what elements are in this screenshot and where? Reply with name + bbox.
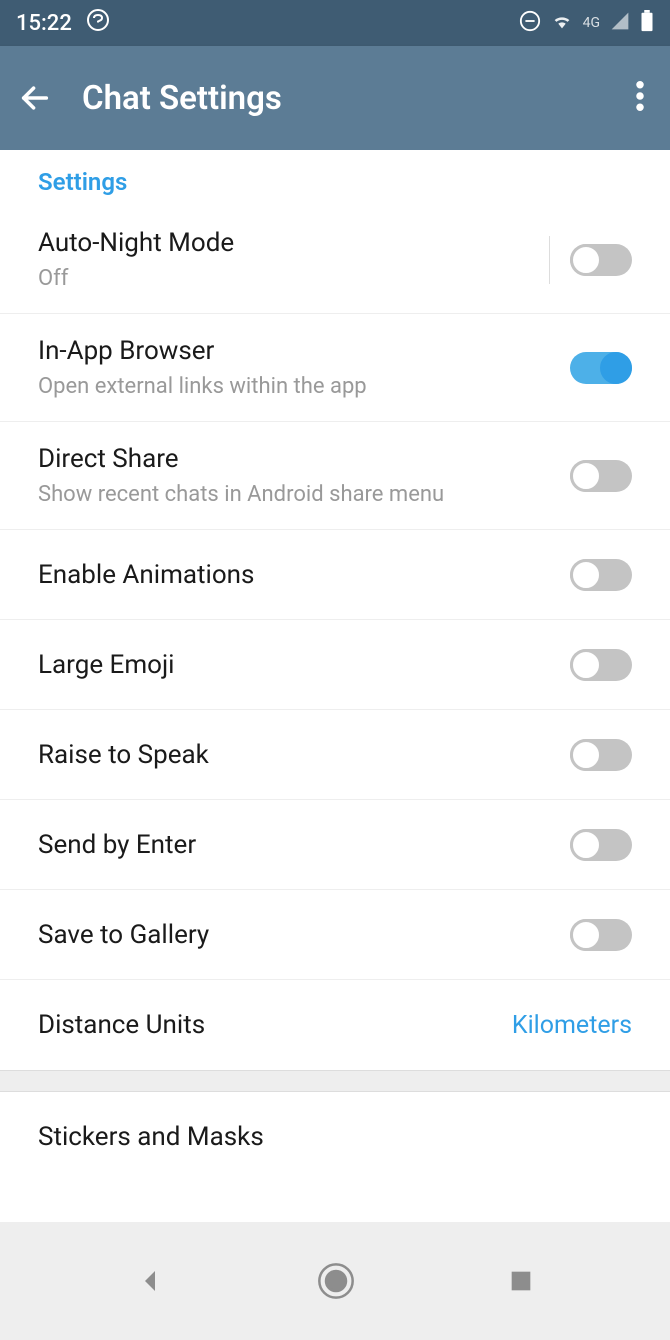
divider [549, 236, 550, 284]
page-title: Chat Settings [82, 79, 628, 118]
app-bar: Chat Settings [0, 46, 670, 150]
signal-icon [610, 11, 630, 35]
setting-save-to-gallery[interactable]: Save to Gallery [0, 890, 670, 980]
wifi-icon [551, 10, 573, 36]
toggle-raise-to-speak[interactable] [570, 739, 632, 771]
nav-recent-button[interactable] [507, 1267, 535, 1295]
setting-title: Save to Gallery [38, 920, 570, 950]
setting-title: Direct Share [38, 444, 570, 474]
status-time: 15:22 [16, 11, 72, 36]
setting-stickers-masks[interactable]: Stickers and Masks [0, 1092, 670, 1182]
navigation-bar [0, 1222, 670, 1340]
toggle-large-emoji[interactable] [570, 649, 632, 681]
setting-large-emoji[interactable]: Large Emoji [0, 620, 670, 710]
setting-value: Kilometers [512, 1011, 632, 1040]
setting-subtitle: Open external links within the app [38, 374, 570, 399]
whatsapp-icon [86, 8, 110, 38]
status-bar: 15:22 4G [0, 0, 670, 46]
setting-title: Large Emoji [38, 650, 570, 680]
setting-subtitle: Show recent chats in Android share menu [38, 482, 570, 507]
setting-title: Send by Enter [38, 830, 570, 860]
setting-title: In-App Browser [38, 336, 570, 366]
toggle-in-app-browser[interactable] [570, 352, 632, 384]
network-label: 4G [583, 15, 600, 31]
setting-enable-animations[interactable]: Enable Animations [0, 530, 670, 620]
setting-send-by-enter[interactable]: Send by Enter [0, 800, 670, 890]
nav-back-button[interactable] [135, 1266, 165, 1296]
battery-icon [640, 10, 654, 36]
setting-title: Stickers and Masks [38, 1122, 632, 1152]
do-not-disturb-icon [519, 10, 541, 36]
nav-home-button[interactable] [316, 1261, 356, 1301]
back-button[interactable] [18, 81, 52, 115]
setting-auto-night-mode[interactable]: Auto-Night Mode Off [0, 206, 670, 314]
setting-title: Raise to Speak [38, 740, 570, 770]
setting-title: Distance Units [38, 1010, 512, 1040]
section-header-settings: Settings [0, 150, 670, 206]
section-divider [0, 1070, 670, 1092]
setting-distance-units[interactable]: Distance Units Kilometers [0, 980, 670, 1070]
more-menu-button[interactable] [628, 73, 652, 123]
toggle-direct-share[interactable] [570, 460, 632, 492]
content-area: Settings Auto-Night Mode Off In-App Brow… [0, 150, 670, 1222]
toggle-enable-animations[interactable] [570, 559, 632, 591]
toggle-send-by-enter[interactable] [570, 829, 632, 861]
setting-direct-share[interactable]: Direct Share Show recent chats in Androi… [0, 422, 670, 530]
toggle-save-to-gallery[interactable] [570, 919, 632, 951]
setting-subtitle: Off [38, 266, 539, 291]
setting-in-app-browser[interactable]: In-App Browser Open external links withi… [0, 314, 670, 422]
toggle-auto-night[interactable] [570, 244, 632, 276]
setting-raise-to-speak[interactable]: Raise to Speak [0, 710, 670, 800]
setting-title: Auto-Night Mode [38, 228, 539, 258]
setting-title: Enable Animations [38, 560, 570, 590]
